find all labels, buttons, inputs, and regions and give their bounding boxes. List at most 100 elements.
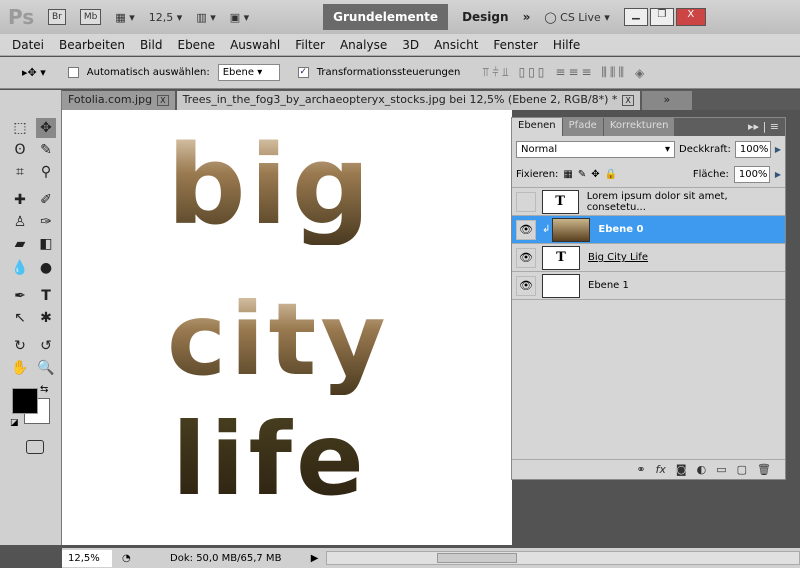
fill-input[interactable]: 100% (733, 166, 770, 183)
tab-korrekturen[interactable]: Korrekturen (603, 118, 675, 136)
eye-icon[interactable]: 👁 (516, 247, 536, 268)
layer-row-big-city-life[interactable]: 👁 T Big City Life (512, 244, 785, 272)
eyedropper-tool-icon[interactable]: ⚲ (36, 162, 56, 182)
lock-position-icon[interactable]: ✥ (591, 169, 599, 180)
workspace-grundelemente[interactable]: Grundelemente (323, 4, 449, 30)
stamp-tool-icon[interactable]: ♙ (10, 212, 30, 232)
screen-mode-icon[interactable]: ▣ ▾ (230, 11, 249, 24)
lasso-tool-icon[interactable]: ʘ (10, 140, 30, 160)
minimize-button[interactable]: ▁ (623, 8, 648, 26)
mini-bridge-button[interactable]: Mb (79, 9, 102, 25)
status-menu-arrow[interactable]: ▶ (311, 553, 319, 564)
new-group-icon[interactable]: ▭ (716, 463, 726, 476)
menu-3d[interactable]: 3D (402, 38, 419, 52)
shape-tool-icon[interactable]: ✱ (36, 308, 56, 328)
transform-controls-checkbox[interactable]: ✓ (297, 67, 309, 78)
brush-tool-icon[interactable]: ✐ (36, 190, 56, 210)
tab-ebenen[interactable]: Ebenen (512, 118, 562, 136)
lock-all-icon[interactable]: 🔒 (605, 169, 617, 180)
workspace-design[interactable]: Design (462, 10, 509, 24)
menu-filter[interactable]: Filter (295, 38, 325, 52)
close-tab-icon[interactable]: X (622, 95, 634, 106)
link-layers-icon[interactable]: ⚭ (636, 463, 645, 476)
move-tool-icon[interactable]: ✥ (36, 118, 56, 138)
gradient-tool-icon[interactable]: ◧ (36, 234, 56, 254)
history-brush-tool-icon[interactable]: ✑ (36, 212, 56, 232)
3d-orbit-tool-icon[interactable]: ↺ (36, 336, 56, 356)
more-workspaces-button[interactable]: » (523, 10, 531, 24)
adjustment-layer-icon[interactable]: ◐ (697, 463, 707, 476)
auto-select-dropdown[interactable]: Ebene ▾ (217, 64, 280, 81)
panel-menu-icon[interactable]: ▸▸ | ≡ (742, 118, 785, 136)
blur-tool-icon[interactable]: 💧 (10, 258, 30, 278)
menu-ebene[interactable]: Ebene (177, 38, 215, 52)
blend-mode-dropdown[interactable]: Normal ▾ (516, 140, 676, 158)
menu-hilfe[interactable]: Hilfe (553, 38, 580, 52)
3d-rotate-tool-icon[interactable]: ↻ (10, 336, 30, 356)
foreground-color-swatch[interactable] (12, 388, 38, 414)
status-info-icon[interactable]: ◔ (122, 553, 131, 564)
default-colors-icon[interactable]: ◪ (10, 418, 19, 428)
quick-select-tool-icon[interactable]: ✎ (36, 140, 56, 160)
pen-tool-icon[interactable]: ✒ (10, 286, 30, 306)
lock-pixels-icon[interactable]: ✎ (578, 169, 586, 180)
move-tool-preset-icon[interactable]: ▸✥ ▾ (22, 66, 46, 79)
type-tool-icon[interactable]: T (36, 286, 56, 306)
document-canvas[interactable]: big city life (62, 110, 512, 545)
zoom-input[interactable]: 12,5% (62, 549, 112, 567)
opacity-input[interactable]: 100% (734, 140, 771, 158)
opacity-slider-button[interactable]: ▶ (775, 145, 781, 154)
bridge-button[interactable]: Br (48, 9, 66, 25)
document-size: Dok: 50,0 MB/65,7 MB (170, 552, 282, 564)
zoom-level-dropdown[interactable]: 12,5 ▾ (149, 11, 183, 24)
align-buttons-icon[interactable]: ⫪⫩⫫ ▯▯▯ (482, 65, 547, 80)
auto-select-checkbox[interactable] (67, 67, 79, 78)
hand-tool-icon[interactable]: ✋ (10, 358, 30, 378)
view-extras-icon[interactable]: ▦ ▾ (115, 11, 134, 24)
more-tabs-icon[interactable]: » (641, 91, 692, 110)
layer-row-ebene-1[interactable]: 👁 Ebene 1 (512, 272, 785, 300)
eye-icon[interactable]: 👁 (516, 219, 536, 240)
menu-fenster[interactable]: Fenster (493, 38, 538, 52)
tab-trees-in-fog[interactable]: Trees_in_the_fog3_by_archaeopteryx_stock… (176, 91, 640, 110)
fill-slider-button[interactable]: ▶ (775, 170, 781, 179)
new-layer-icon[interactable]: ▢ (737, 463, 747, 476)
menu-datei[interactable]: Datei (12, 38, 44, 52)
restore-button[interactable]: ❐ (649, 8, 674, 26)
eye-icon[interactable]: 👁 (516, 275, 536, 296)
close-tab-icon[interactable]: X (157, 95, 169, 106)
marquee-tool-icon[interactable]: ⬚ (10, 118, 30, 138)
auto-align-icon[interactable]: ◈ (635, 66, 647, 80)
quick-mask-icon[interactable] (26, 440, 44, 454)
dodge-tool-icon[interactable]: ● (36, 258, 56, 278)
distribute-buttons-icon[interactable]: ≡≡≡ ⫼⫼⫼ (555, 65, 627, 80)
close-button[interactable]: X (675, 8, 706, 26)
menu-ansicht[interactable]: Ansicht (434, 38, 478, 52)
menu-auswahl[interactable]: Auswahl (230, 38, 280, 52)
eraser-tool-icon[interactable]: ▰ (10, 234, 30, 254)
tab-fotolia[interactable]: Fotolia.com.jpg X (62, 91, 175, 110)
scrollbar-thumb[interactable] (437, 553, 518, 563)
tab-label: Fotolia.com.jpg (68, 93, 153, 106)
visibility-toggle[interactable] (516, 191, 536, 212)
tab-pfade[interactable]: Pfade (562, 118, 603, 136)
zoom-tool-icon[interactable]: 🔍 (36, 358, 56, 378)
crop-tool-icon[interactable]: ⌗ (10, 162, 30, 182)
cs-live-button[interactable]: ◯ CS Live ▾ (544, 11, 609, 24)
healing-brush-tool-icon[interactable]: ✚ (10, 190, 30, 210)
layer-row-ebene-0[interactable]: 👁 ↲ Ebene 0 (512, 216, 785, 244)
delete-layer-icon[interactable]: 🗑 (757, 463, 771, 476)
menu-bearbeiten[interactable]: Bearbeiten (59, 38, 125, 52)
lock-transparency-icon[interactable]: ▦ (563, 169, 572, 180)
path-selection-tool-icon[interactable]: ↖ (10, 308, 30, 328)
options-bar: ▸✥ ▾ Automatisch auswählen: Ebene ▾ ✓ Tr… (0, 57, 800, 89)
horizontal-scrollbar[interactable] (326, 551, 800, 565)
menu-analyse[interactable]: Analyse (340, 38, 387, 52)
swap-colors-icon[interactable]: ⇆ (40, 384, 48, 395)
add-mask-icon[interactable]: ◙ (676, 463, 687, 476)
arrange-documents-icon[interactable]: ▥ ▾ (196, 11, 215, 24)
layer-row-lorem[interactable]: T Lorem ipsum dolor sit amet, consetetu.… (512, 188, 785, 216)
menu-bild[interactable]: Bild (140, 38, 163, 52)
layers-panel: Ebenen Pfade Korrekturen ▸▸ | ≡ Normal ▾ … (511, 117, 786, 480)
fx-icon[interactable]: fx (656, 463, 666, 476)
